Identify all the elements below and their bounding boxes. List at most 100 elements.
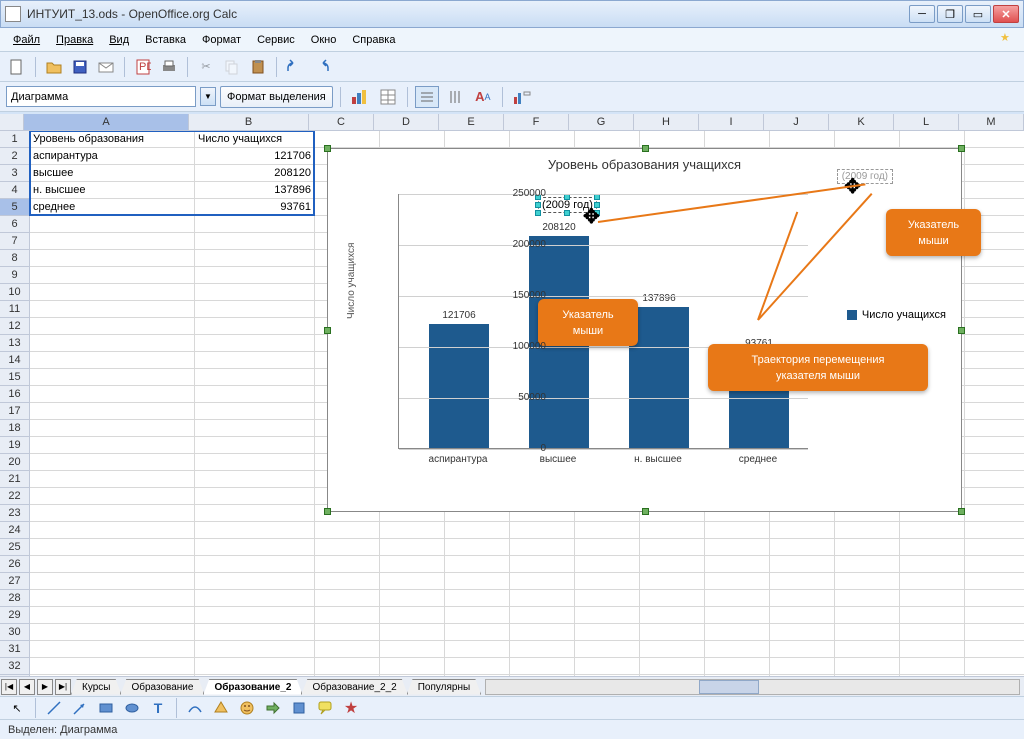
- chart-object[interactable]: Уровень образования учащихся Число учащи…: [327, 148, 962, 512]
- select-all-corner[interactable]: [0, 114, 24, 130]
- row-header[interactable]: 10: [0, 284, 29, 301]
- basic-shapes-icon[interactable]: [210, 697, 232, 719]
- row-header[interactable]: 8: [0, 250, 29, 267]
- legend-icon[interactable]: [510, 86, 534, 108]
- row-header[interactable]: 24: [0, 522, 29, 539]
- close-button[interactable]: ✕: [993, 5, 1019, 23]
- cut-icon[interactable]: ✂: [195, 56, 217, 78]
- stars-icon[interactable]: ★: [340, 697, 362, 719]
- sheet-tab[interactable]: Курсы: [71, 679, 121, 695]
- row-header[interactable]: 11: [0, 301, 29, 318]
- email-icon[interactable]: [95, 56, 117, 78]
- vgrid-icon[interactable]: [443, 86, 467, 108]
- line-tool-icon[interactable]: [43, 697, 65, 719]
- chart-type-icon[interactable]: [348, 86, 372, 108]
- row-header[interactable]: 16: [0, 386, 29, 403]
- cell-grid[interactable]: 93761среднее137896н. высшее208120высшее1…: [30, 131, 1024, 676]
- rect-tool-icon[interactable]: [95, 697, 117, 719]
- chart-legend[interactable]: Число учащихся: [847, 309, 946, 321]
- row-header[interactable]: 13: [0, 335, 29, 352]
- row-header[interactable]: 29: [0, 607, 29, 624]
- minimize-button[interactable]: ─: [909, 5, 935, 23]
- curve-tool-icon[interactable]: [184, 697, 206, 719]
- row-header[interactable]: 5: [0, 199, 29, 216]
- menu-file[interactable]: Файл: [6, 31, 47, 49]
- row-header[interactable]: 22: [0, 488, 29, 505]
- row-header[interactable]: 9: [0, 267, 29, 284]
- row-header[interactable]: 6: [0, 216, 29, 233]
- open-icon[interactable]: [43, 56, 65, 78]
- row-header[interactable]: 32: [0, 658, 29, 675]
- row-header[interactable]: 7: [0, 233, 29, 250]
- restore-button[interactable]: ❐: [937, 5, 963, 23]
- sheet-tab-active[interactable]: Образование_2: [203, 679, 302, 695]
- copy-icon[interactable]: [221, 56, 243, 78]
- sheet-tab[interactable]: Образование_2_2: [301, 679, 407, 695]
- arrow-tool-icon[interactable]: [69, 697, 91, 719]
- tab-nav-first[interactable]: |◀: [1, 679, 17, 695]
- tab-nav-next[interactable]: ▶: [37, 679, 53, 695]
- text-scale-icon[interactable]: AA: [471, 86, 495, 108]
- column-header[interactable]: I: [699, 114, 764, 130]
- export-pdf-icon[interactable]: PDF: [132, 56, 154, 78]
- column-header[interactable]: C: [309, 114, 374, 130]
- menu-help[interactable]: Справка: [345, 31, 402, 49]
- column-header[interactable]: A: [24, 114, 189, 130]
- sheet-tab[interactable]: Образование: [120, 679, 204, 695]
- row-header[interactable]: 31: [0, 641, 29, 658]
- hgrid-icon[interactable]: [415, 86, 439, 108]
- text-tool-icon[interactable]: T: [147, 697, 169, 719]
- column-header[interactable]: M: [959, 114, 1024, 130]
- symbol-shapes-icon[interactable]: [236, 697, 258, 719]
- new-doc-icon[interactable]: [6, 56, 28, 78]
- column-header[interactable]: F: [504, 114, 569, 130]
- horizontal-scrollbar[interactable]: [485, 679, 1020, 695]
- column-header[interactable]: K: [829, 114, 894, 130]
- row-header[interactable]: 27: [0, 573, 29, 590]
- tab-nav-last[interactable]: ▶|: [55, 679, 71, 695]
- flowchart-icon[interactable]: [288, 697, 310, 719]
- row-header[interactable]: 17: [0, 403, 29, 420]
- row-header[interactable]: 1: [0, 131, 29, 148]
- row-header[interactable]: 2: [0, 148, 29, 165]
- column-header[interactable]: D: [374, 114, 439, 130]
- row-header[interactable]: 26: [0, 556, 29, 573]
- ellipse-tool-icon[interactable]: [121, 697, 143, 719]
- chart-bar[interactable]: 137896: [629, 307, 689, 448]
- menu-format[interactable]: Формат: [195, 31, 248, 49]
- column-header[interactable]: E: [439, 114, 504, 130]
- row-header[interactable]: 3: [0, 165, 29, 182]
- column-header[interactable]: B: [189, 114, 309, 130]
- column-header[interactable]: L: [894, 114, 959, 130]
- name-box[interactable]: Диаграмма: [6, 86, 196, 107]
- name-box-dropdown[interactable]: ▼: [200, 87, 216, 106]
- sheet-tab[interactable]: Популярны: [407, 679, 481, 695]
- menu-edit[interactable]: Правка: [49, 31, 100, 49]
- chart-bar[interactable]: 121706: [429, 324, 489, 448]
- select-tool-icon[interactable]: ↖: [6, 697, 28, 719]
- menu-view[interactable]: Вид: [102, 31, 136, 49]
- block-arrows-icon[interactable]: [262, 697, 284, 719]
- paste-icon[interactable]: [247, 56, 269, 78]
- row-header[interactable]: 23: [0, 505, 29, 522]
- tab-nav-prev[interactable]: ◀: [19, 679, 35, 695]
- maximize-button[interactable]: ▭: [965, 5, 991, 23]
- row-header[interactable]: 21: [0, 471, 29, 488]
- row-header[interactable]: 4: [0, 182, 29, 199]
- menu-insert[interactable]: Вставка: [138, 31, 193, 49]
- chart-data-icon[interactable]: [376, 86, 400, 108]
- callout-shapes-icon[interactable]: [314, 697, 336, 719]
- print-icon[interactable]: [158, 56, 180, 78]
- row-header[interactable]: 12: [0, 318, 29, 335]
- column-header[interactable]: G: [569, 114, 634, 130]
- row-header[interactable]: 25: [0, 539, 29, 556]
- row-header[interactable]: 14: [0, 352, 29, 369]
- save-icon[interactable]: [69, 56, 91, 78]
- row-header[interactable]: 28: [0, 590, 29, 607]
- row-header[interactable]: 19: [0, 437, 29, 454]
- undo-icon[interactable]: [284, 56, 306, 78]
- row-header[interactable]: 15: [0, 369, 29, 386]
- row-header[interactable]: 20: [0, 454, 29, 471]
- row-header[interactable]: 18: [0, 420, 29, 437]
- menu-tools[interactable]: Сервис: [250, 31, 302, 49]
